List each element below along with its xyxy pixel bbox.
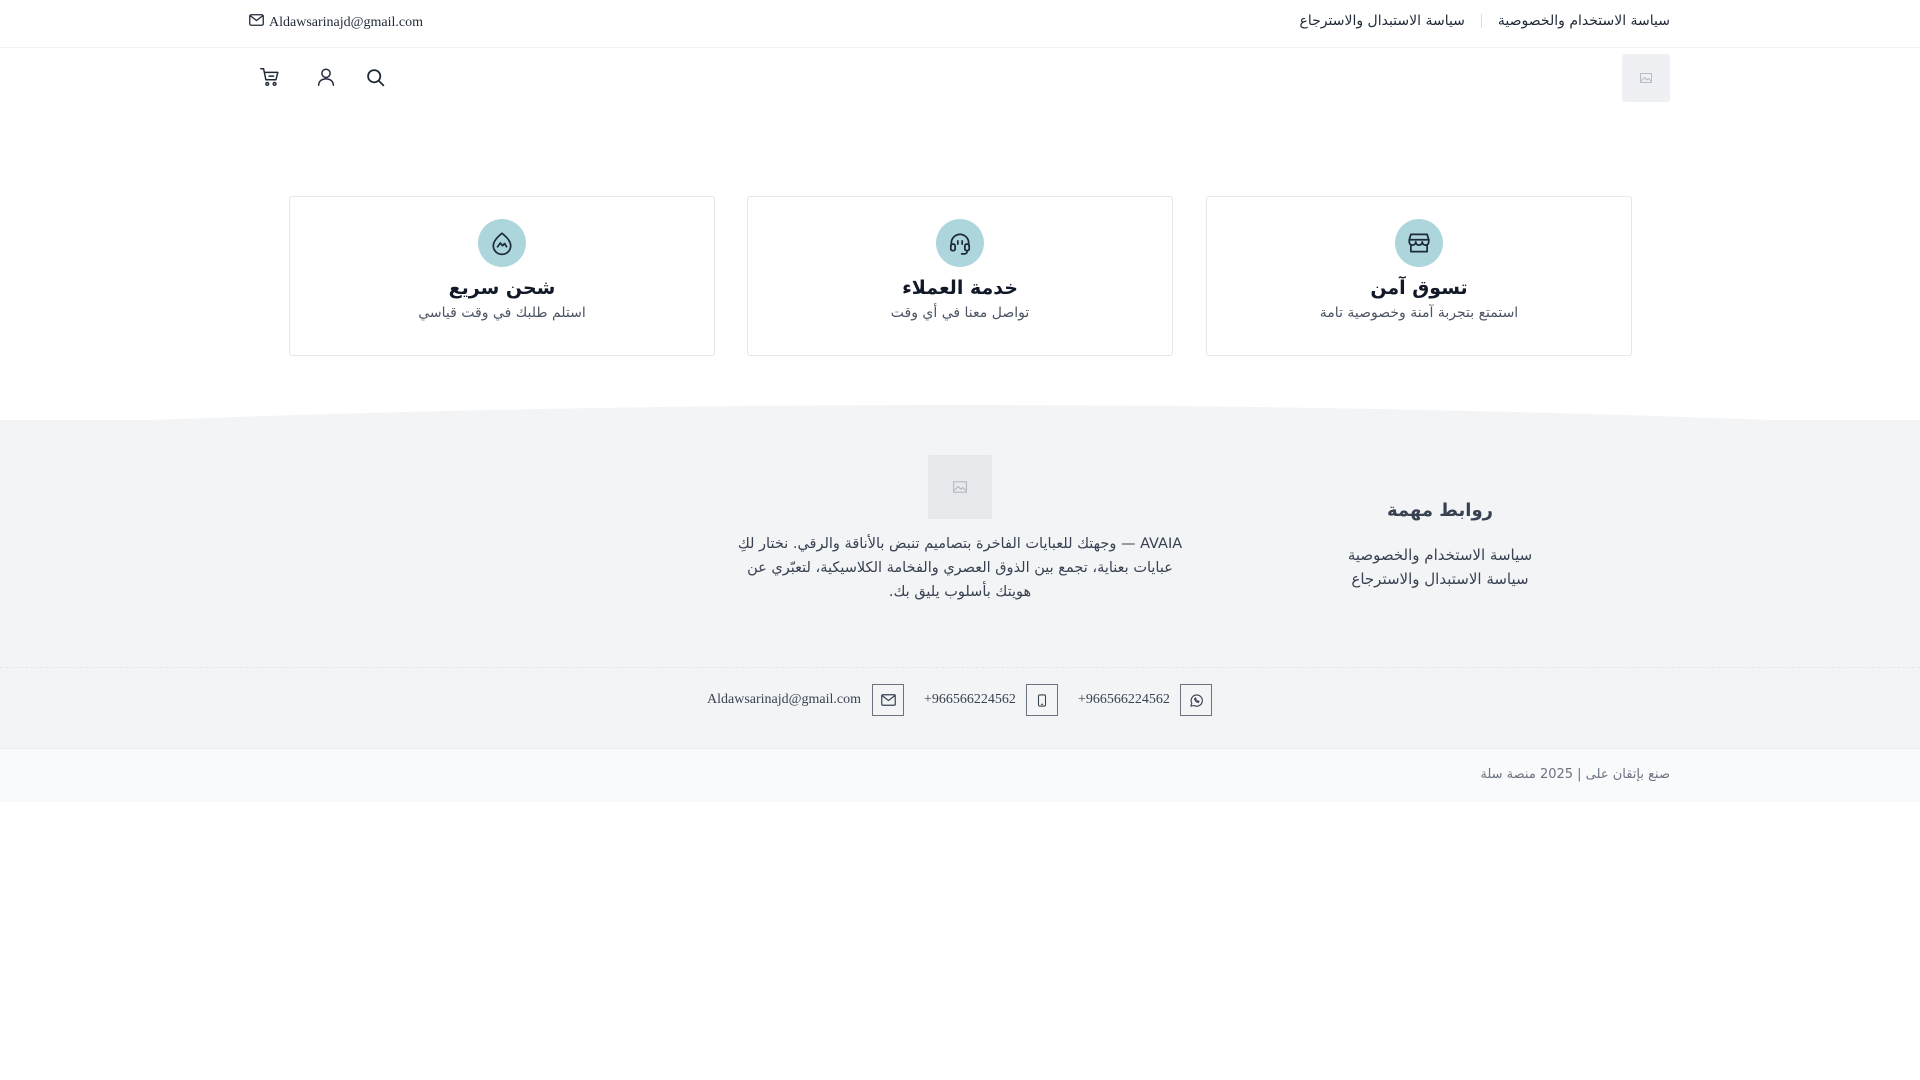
topbar-link-divider [1480,14,1482,28]
whatsapp-icon[interactable] [1180,684,1212,716]
topbar-link-privacy-policy[interactable]: سياسة الاستخدام والخصوصية [1498,13,1670,29]
footer-about-line: عبايات بعناية، تجمع بين الذوق العصري وال… [747,560,1173,576]
image-placeholder-icon [1640,73,1652,83]
cart-icon[interactable] [257,64,283,90]
feature-card-secure-shopping: تسوق آمن استمتع بتجربة آمنة وخصوصية تامة [1206,196,1632,356]
feature-description: استمتع بتجربة آمنة وخصوصية تامة [1319,305,1519,321]
footer-link-privacy-policy[interactable]: سياسة الاستخدام والخصوصية [1300,543,1580,567]
feature-card-fast-shipping: شحن سريع استلم طلبك في وقت قياسي [289,196,715,356]
whatsapp-number[interactable]: +966566224562 [1078,692,1170,708]
feature-title: تسوق آمن [1370,277,1468,299]
footer-links-column: روابط مهمة سياسة الاستخدام والخصوصية سيا… [1300,500,1580,591]
feature-title: شحن سريع [448,277,556,299]
image-placeholder-icon [953,481,967,493]
headset-icon [936,219,984,267]
footer-logo[interactable] [928,455,992,519]
feature-description: تواصل معنا في أي وقت [890,305,1030,321]
store-icon [1395,219,1443,267]
footer-link-return-policy[interactable]: سياسة الاستبدال والاسترجاع [1300,567,1580,591]
feature-title: خدمة العملاء [902,277,1018,299]
topbar-email[interactable]: Aldawsarinajd@gmail.com [249,14,423,31]
footer-links-heading: روابط مهمة [1386,500,1494,521]
site-header [0,48,1920,108]
mail-icon [249,14,264,31]
copyright-bar: صنع بإتقان على | 2025 منصة سلة [0,748,1920,802]
fast-shipping-icon [478,219,526,267]
search-icon[interactable] [362,64,388,90]
feature-card-customer-service: خدمة العملاء تواصل معنا في أي وقت [747,196,1173,356]
top-bar: Aldawsarinajd@gmail.com سياسة الاستبدال … [0,0,1920,48]
feature-description: استلم طلبك في وقت قياسي [418,305,586,321]
mobile-phone-icon[interactable] [1026,684,1058,716]
footer-contacts: +966566224562 +966566224562 Aldawsarinaj… [0,684,1920,716]
topbar-email-text: Aldawsarinajd@gmail.com [269,14,424,30]
topbar-link-return-policy[interactable]: سياسة الاستبدال والاسترجاع [1300,13,1465,29]
footer-contact-divider [0,667,1920,668]
store-logo[interactable] [1622,54,1670,102]
copyright-text: صنع بإتقان على | 2025 منصة سلة [1480,767,1670,782]
envelope-icon[interactable] [872,684,904,716]
user-icon[interactable] [313,64,339,90]
footer-about-line: هويتك بأسلوب يليق بك. [888,584,1032,600]
footer-about-text: AVAIA — وجهتك للعبايات الفاخرة بتصاميم ت… [725,532,1195,604]
phone-number[interactable]: +966566224562 [924,692,1016,708]
contact-email[interactable]: Aldawsarinajd@gmail.com [707,692,861,708]
footer-about-line: AVAIA — وجهتك للعبايات الفاخرة بتصاميم ت… [737,536,1183,552]
topbar-links: سياسة الاستبدال والاسترجاع سياسة الاستخد… [1300,13,1671,29]
